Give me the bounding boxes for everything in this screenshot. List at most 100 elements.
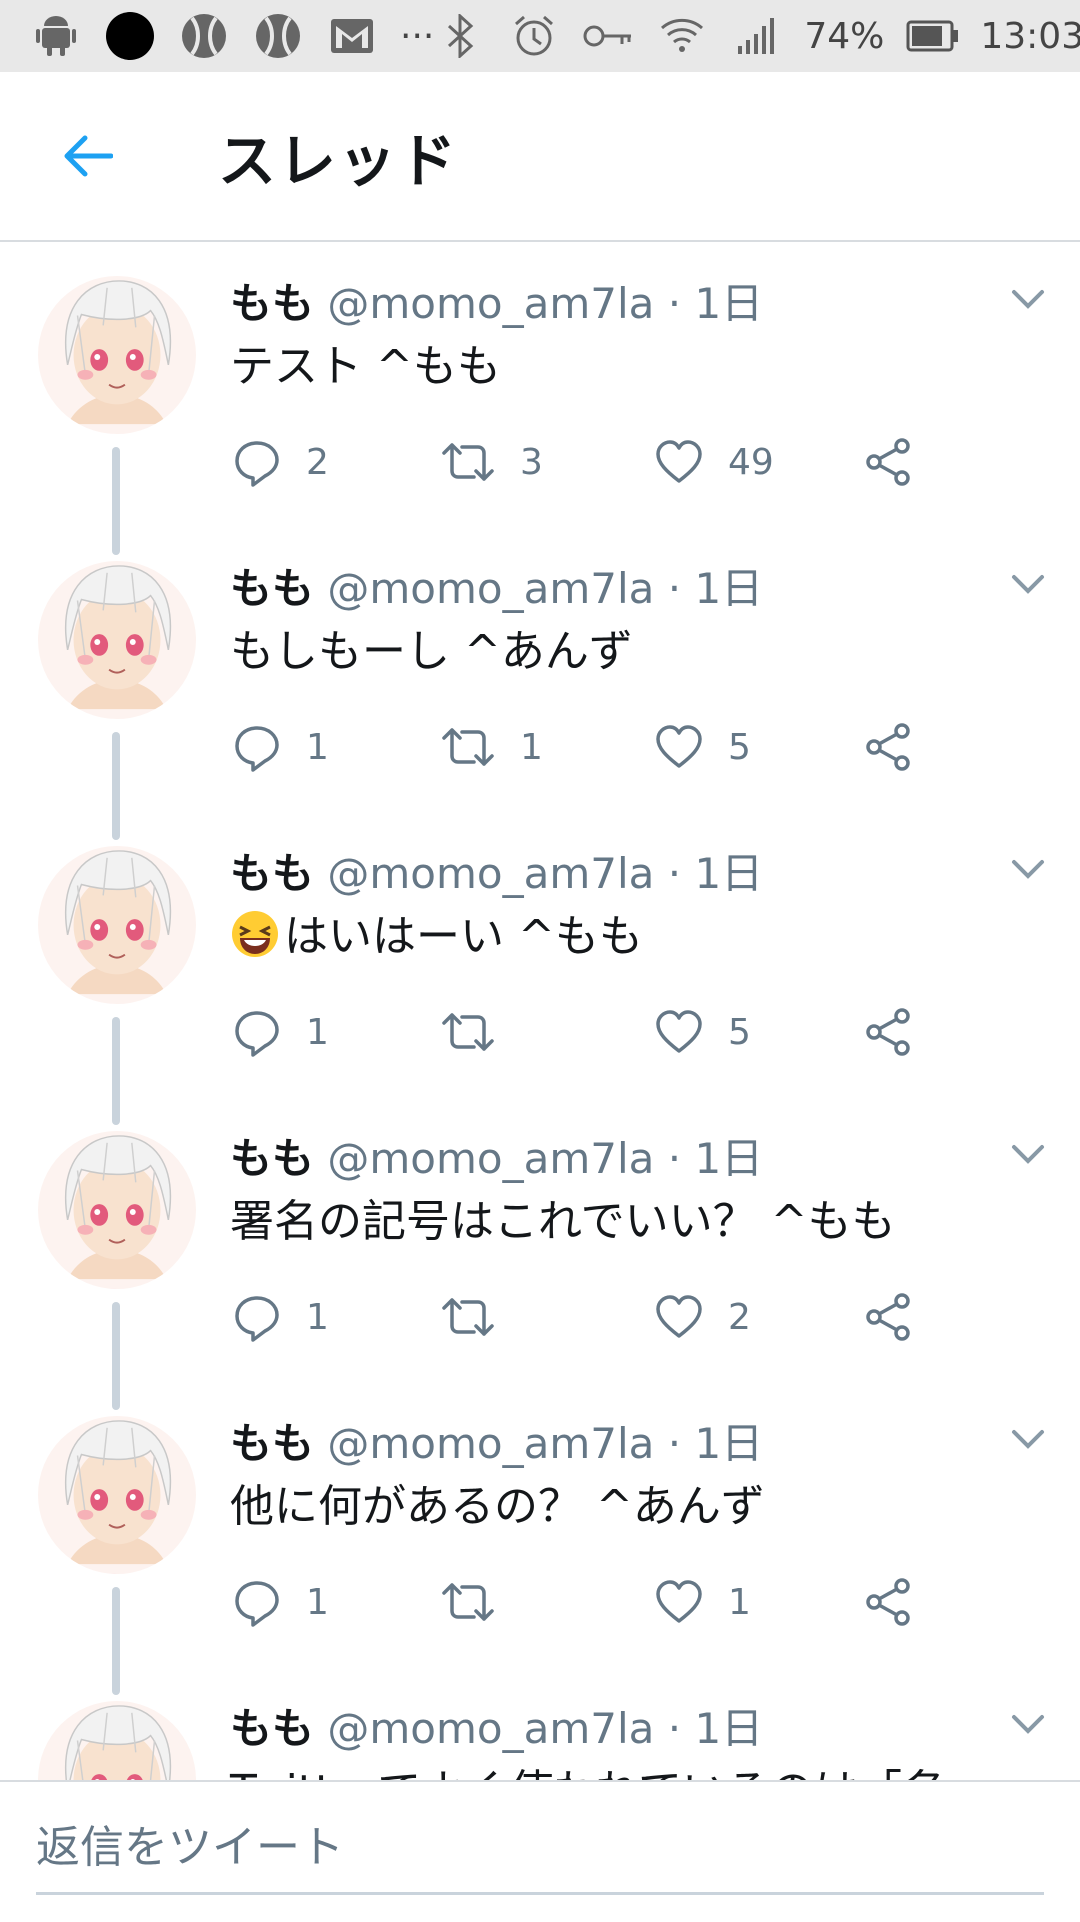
tweet[interactable]: もも @momo_am7la · 1日 はいはーい ^もも 1 5	[0, 812, 1080, 1125]
chevron-down-icon[interactable]	[1008, 1424, 1048, 1454]
separator-dot: ·	[667, 1134, 682, 1183]
retweet-icon	[442, 1298, 494, 1336]
tweet[interactable]: もも @momo_am7la · 1日 テスト ^もも 2 3 49	[0, 242, 1080, 555]
tweet-text: 署名の記号はこれでいい？ ^もも	[230, 1196, 896, 1247]
retweet-count: 1	[520, 726, 543, 768]
tweet-actions: 2 3 49	[232, 432, 952, 492]
back-button[interactable]	[52, 121, 122, 191]
user-handle[interactable]: @momo_am7la	[327, 279, 654, 328]
display-name[interactable]: もも	[230, 1134, 314, 1183]
display-name[interactable]: もも	[230, 1419, 314, 1468]
display-name[interactable]: もも	[230, 279, 314, 328]
retweet-button[interactable]	[440, 1287, 520, 1347]
tweet-time[interactable]: 1日	[694, 1419, 763, 1468]
share-icon	[866, 723, 910, 771]
reply-count: 2	[306, 441, 329, 483]
chevron-down-icon[interactable]	[1008, 854, 1048, 884]
reply-count: 1	[306, 1011, 329, 1053]
retweet-button[interactable]	[440, 1572, 520, 1632]
tweet-time[interactable]: 1日	[694, 1704, 763, 1753]
tweet-header: もも @momo_am7la · 1日	[230, 1410, 763, 1471]
tweet-time[interactable]: 1日	[694, 1134, 763, 1183]
chevron-down-icon[interactable]	[1008, 1139, 1048, 1169]
battery-icon	[906, 10, 959, 62]
status-bar: ··· 74% 13:03	[0, 0, 1080, 72]
avatar[interactable]	[38, 1701, 196, 1780]
bluetooth-icon	[434, 10, 486, 62]
avatar[interactable]	[38, 846, 196, 1004]
tweet[interactable]: もも @momo_am7la · 1日 もしもーし ^あんず 1 1 5	[0, 527, 1080, 840]
share-button[interactable]	[864, 1287, 914, 1347]
battery-percent: 74%	[804, 15, 885, 57]
reply-input[interactable]	[36, 1802, 1044, 1895]
like-count: 49	[728, 441, 774, 483]
display-name[interactable]: もも	[230, 1704, 314, 1753]
retweet-count: 3	[520, 441, 543, 483]
separator-dot: ·	[667, 564, 682, 613]
retweet-button[interactable]: 1	[440, 717, 543, 777]
share-button[interactable]	[864, 1002, 914, 1062]
retweet-icon	[442, 1583, 494, 1621]
tweet-time[interactable]: 1日	[694, 279, 763, 328]
reply-button[interactable]: 1	[232, 1002, 329, 1062]
reply-button[interactable]: 1	[232, 1287, 329, 1347]
like-button[interactable]: 5	[654, 717, 751, 777]
tweet[interactable]: もも @momo_am7la · 1日 Twitterでよく使われているのは「名	[0, 1667, 1080, 1780]
share-button[interactable]	[864, 1572, 914, 1632]
reply-count: 1	[306, 1296, 329, 1338]
avatar[interactable]	[38, 1416, 196, 1574]
like-count: 2	[728, 1296, 751, 1338]
user-handle[interactable]: @momo_am7la	[327, 1704, 654, 1753]
reply-icon	[235, 441, 279, 487]
user-handle[interactable]: @momo_am7la	[327, 849, 654, 898]
user-handle[interactable]: @momo_am7la	[327, 1134, 654, 1183]
tweet[interactable]: もも @momo_am7la · 1日 署名の記号はこれでいい？ ^もも 1 2	[0, 1097, 1080, 1410]
avatar[interactable]	[38, 561, 196, 719]
tweet-header: もも @momo_am7la · 1日	[230, 840, 763, 901]
share-icon	[866, 1293, 910, 1341]
tweet-text: Twitterでよく使われているのは「名	[230, 1755, 946, 1780]
display-name[interactable]: もも	[230, 849, 314, 898]
heart-icon	[656, 1580, 702, 1623]
reply-button[interactable]: 2	[232, 432, 329, 492]
like-button[interactable]: 2	[654, 1287, 751, 1347]
tweet-actions: 1 1	[232, 1572, 952, 1632]
reply-button[interactable]: 1	[232, 1572, 329, 1632]
avatar[interactable]	[38, 1131, 196, 1289]
thread-timeline[interactable]: もも @momo_am7la · 1日 テスト ^もも 2 3 49 もも @m…	[0, 242, 1080, 1780]
tweet-time[interactable]: 1日	[694, 849, 763, 898]
tweet-time[interactable]: 1日	[694, 564, 763, 613]
share-button[interactable]	[864, 432, 914, 492]
reply-button[interactable]: 1	[232, 717, 329, 777]
tweet-text: テスト ^もも	[230, 341, 501, 392]
avatar[interactable]	[38, 276, 196, 434]
tweet-actions: 1 1 5	[232, 717, 952, 777]
share-button[interactable]	[864, 717, 914, 777]
share-icon	[866, 1008, 910, 1056]
chevron-down-icon[interactable]	[1008, 1709, 1048, 1739]
retweet-icon	[442, 1013, 494, 1051]
reply-icon	[235, 726, 279, 772]
like-button[interactable]: 5	[654, 1002, 751, 1062]
user-handle[interactable]: @momo_am7la	[327, 1419, 654, 1468]
retweet-button[interactable]: 3	[440, 432, 543, 492]
chevron-down-icon[interactable]	[1008, 569, 1048, 599]
tweet[interactable]: もも @momo_am7la · 1日 他に何があるの？ ^あんず 1 1	[0, 1382, 1080, 1695]
like-button[interactable]: 1	[654, 1572, 751, 1632]
like-button[interactable]: 49	[654, 432, 774, 492]
like-count: 5	[728, 1011, 751, 1053]
reply-icon	[235, 1581, 279, 1627]
heart-icon	[656, 1295, 702, 1338]
vpn-key-icon	[582, 10, 634, 62]
retweet-button[interactable]	[440, 1002, 520, 1062]
wifi-icon	[656, 10, 708, 62]
display-name[interactable]: もも	[230, 564, 314, 613]
separator-dot: ·	[667, 1419, 682, 1468]
reply-icon	[235, 1011, 279, 1057]
reply-count: 1	[306, 726, 329, 768]
like-count: 5	[728, 726, 751, 768]
tweet-text-row: はいはーい ^もも	[230, 900, 643, 964]
user-handle[interactable]: @momo_am7la	[327, 564, 654, 613]
chevron-down-icon[interactable]	[1008, 284, 1048, 314]
status-time: 13:03	[980, 15, 1080, 57]
